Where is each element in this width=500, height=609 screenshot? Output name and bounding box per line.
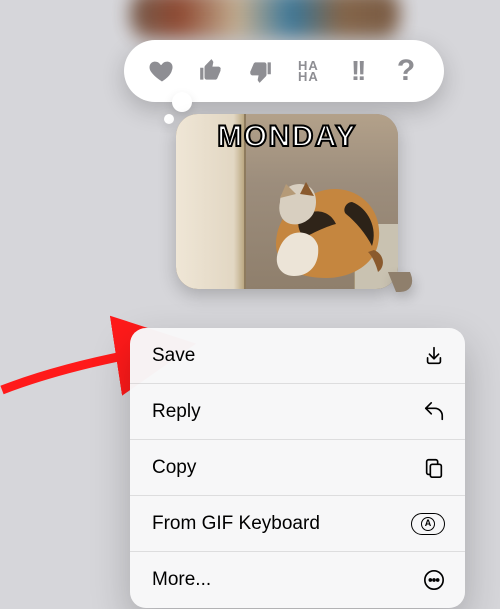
menu-item-copy[interactable]: Copy [130, 440, 465, 496]
tapback-thumbs-down-icon[interactable] [244, 55, 276, 87]
gif-caption: MONDAY [176, 120, 398, 154]
app-store-icon: A [419, 511, 445, 537]
menu-item-save[interactable]: Save [130, 328, 465, 384]
menu-item-label: From GIF Keyboard [152, 513, 320, 535]
reply-icon [419, 399, 445, 425]
ellipsis-circle-icon [419, 567, 445, 593]
menu-item-label: Save [152, 345, 195, 367]
menu-item-label: More... [152, 569, 211, 591]
tapback-heart-icon[interactable] [146, 55, 178, 87]
download-icon [419, 343, 445, 369]
tapback-bar: HA HA !! ? [124, 40, 444, 102]
cat-illustration [256, 172, 388, 284]
menu-item-reply[interactable]: Reply [130, 384, 465, 440]
tapback-haha-text: HA HA [292, 60, 324, 82]
tapback-thumbs-up-icon[interactable] [195, 55, 227, 87]
menu-item-label: Reply [152, 401, 201, 423]
context-menu: Save Reply Copy From GIF Keyboard A [130, 328, 465, 608]
menu-item-label: Copy [152, 457, 196, 479]
message-bubble[interactable]: MONDAY [176, 114, 398, 289]
copy-icon [419, 455, 445, 481]
previous-message-blurred [130, 0, 400, 38]
menu-item-gif-keyboard[interactable]: From GIF Keyboard A [130, 496, 465, 552]
bubble-tail [388, 272, 418, 292]
tapback-haha-icon[interactable]: HA HA [292, 55, 324, 87]
tapback-question-icon[interactable]: ? [390, 55, 422, 87]
tapback-emphasize-text: !! [351, 55, 364, 87]
tapback-emphasize-icon[interactable]: !! [341, 55, 373, 87]
menu-item-more[interactable]: More... [130, 552, 465, 608]
tapback-question-text: ? [397, 54, 415, 88]
